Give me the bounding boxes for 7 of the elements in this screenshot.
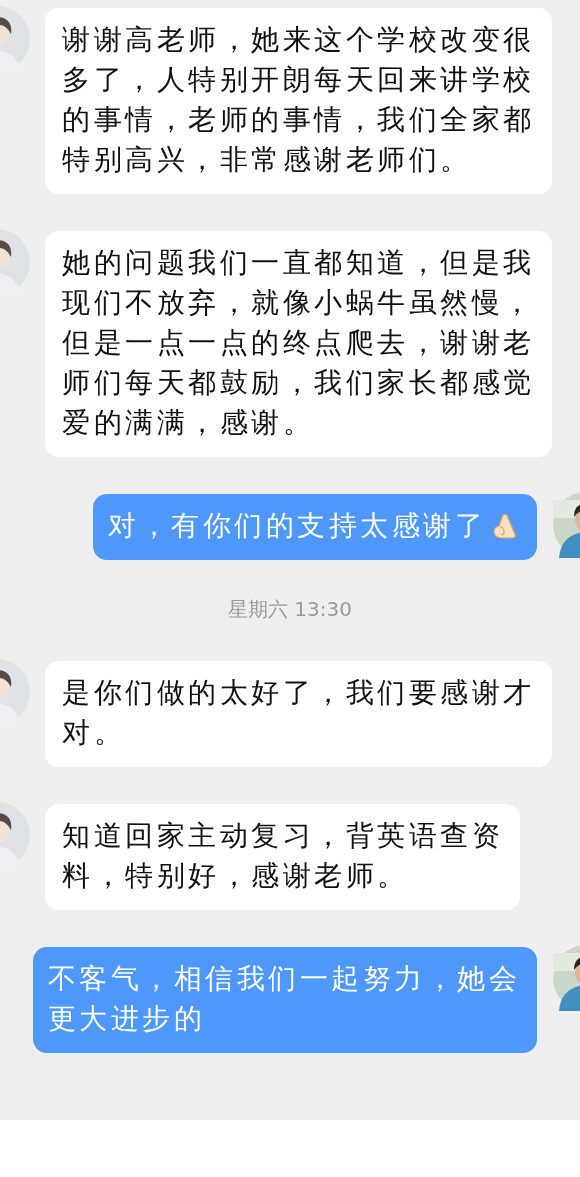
message-bubble: 她的问题我们一直都知道，但是我 现们不放弃，就像小蜗牛虽然慢， 但是一点一点的终点爬去，谢谢老 师们每天都鼓励，我们家长都感觉 爱的满满，感谢。 [45,231,552,457]
message-bubble: 是你们做的太好了，我们要感谢才 对。 [45,661,552,767]
message-bubble: 对，有你们的支持太感谢了 [93,494,537,560]
message-bubble: 谢谢高老师，她来这个学校改变很 多了，人特别开朗每天回来讲学校 的事情，老师的事情，我们全家都 特别高兴，非常感谢老师们。 [45,8,552,194]
timestamp: 星期六 13:30 [228,597,352,621]
message-bubble: 不客气，相信我们一起努力，她会 更大进步的 [32,947,537,1053]
message-bubble: 知道回家主动复习，背英语查资 料，特别好，感谢老师。 [45,804,520,910]
